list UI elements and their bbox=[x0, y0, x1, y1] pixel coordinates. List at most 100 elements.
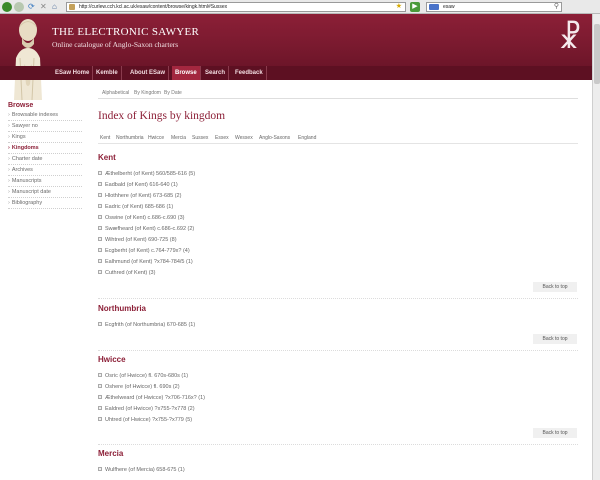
list-item[interactable]: Wulfhere (of Mercia) 658-675 (1) bbox=[98, 465, 398, 476]
site-favicon-icon bbox=[69, 4, 75, 10]
chevron-right-icon: › bbox=[8, 167, 10, 173]
nav-kemble[interactable]: Kemble bbox=[93, 66, 122, 80]
bullet-icon bbox=[98, 226, 102, 230]
search-text: esaw bbox=[443, 4, 455, 10]
site-banner: THE ELECTRONIC SAWYER Online catalogue o… bbox=[0, 14, 592, 66]
kingdom-link-sussex[interactable]: Sussex bbox=[192, 134, 208, 142]
main-navbar: ESaw Home Kemble About ESaw Browse Searc… bbox=[0, 66, 592, 80]
nav-feedback[interactable]: Feedback bbox=[232, 66, 267, 80]
scrollbar-thumb[interactable] bbox=[594, 24, 600, 84]
chevron-right-icon: › bbox=[8, 112, 10, 118]
list-item[interactable]: Eadbald (of Kent) 616-640 (1) bbox=[98, 180, 398, 191]
list-item[interactable]: Æthelweard (of Hwicce) ?x706-716x? (1) bbox=[98, 393, 398, 404]
nav-search[interactable]: Search bbox=[202, 66, 230, 80]
reload-icon[interactable]: ⟳ bbox=[28, 3, 36, 11]
chi-rho-logo-icon: ☧ bbox=[558, 22, 582, 55]
sidebar-item-charter-date[interactable]: › Charter date bbox=[8, 154, 82, 165]
king-list-hwicce: Osric (of Hwicce) fl. 670s-680s (1) Oshe… bbox=[98, 371, 398, 426]
bullet-icon bbox=[98, 182, 102, 186]
king-list-kent: Æthelberht (of Kent) 560/585-616 (5) Ead… bbox=[98, 169, 398, 279]
back-arrow-icon[interactable] bbox=[2, 2, 12, 12]
kingdom-link-anglo-saxons[interactable]: Anglo-Saxons bbox=[259, 134, 290, 142]
statue-bust-image bbox=[8, 14, 48, 100]
search-icon[interactable]: ⚲ bbox=[554, 3, 559, 11]
nav-esaw-home[interactable]: ESaw Home bbox=[52, 66, 94, 80]
section-divider bbox=[98, 350, 578, 351]
back-to-top-button[interactable]: Back to top bbox=[533, 428, 577, 438]
list-item[interactable]: Oshere (of Hwicce) fl. 690s (2) bbox=[98, 382, 398, 393]
chevron-right-icon: › bbox=[8, 156, 10, 162]
bullet-icon bbox=[98, 193, 102, 197]
list-item[interactable]: Ecgberht (of Kent) c.764-779x? (4) bbox=[98, 246, 398, 257]
address-bar[interactable]: http://curlew.cch.kcl.ac.uk/esaw/content… bbox=[66, 2, 406, 12]
bullet-icon bbox=[98, 171, 102, 175]
sidebar-item-browsable-indexes[interactable]: › Browsable indexes bbox=[8, 110, 82, 121]
list-item[interactable]: Uhtred (of Hwicce) ?x755-?x779 (5) bbox=[98, 415, 398, 426]
sidebar-item-kingdoms[interactable]: › Kingdoms bbox=[8, 143, 82, 154]
section-heading-mercia: Mercia bbox=[98, 449, 124, 458]
sidebar-menu: › Browsable indexes › Sawyer no › Kings › Ki… bbox=[8, 110, 82, 209]
search-box[interactable]: esaw ⚲ bbox=[426, 2, 562, 12]
sidebar-item-sawyer-no[interactable]: › Sawyer no bbox=[8, 121, 82, 132]
sidebar-item-manuscript-date[interactable]: › Manuscript date bbox=[8, 187, 82, 198]
bullet-icon bbox=[98, 215, 102, 219]
list-item[interactable]: Hlothhere (of Kent) 673-685 (2) bbox=[98, 191, 398, 202]
list-item[interactable]: Ealhmund (of Kent) ?x784-784/5 (1) bbox=[98, 257, 398, 268]
list-item[interactable]: Wihtred (of Kent) 690-725 (8) bbox=[98, 235, 398, 246]
kingdom-link-northumbria[interactable]: Northumbria bbox=[116, 134, 144, 142]
home-icon[interactable]: ⌂ bbox=[52, 3, 60, 11]
sidebar-item-manuscripts[interactable]: › Manuscripts bbox=[8, 176, 82, 187]
bullet-icon bbox=[98, 322, 102, 326]
bullet-icon bbox=[98, 406, 102, 410]
browse-subtabs: Alphabetical By Kingdom By Date bbox=[98, 89, 578, 99]
list-item[interactable]: Æthelberht (of Kent) 560/585-616 (5) bbox=[98, 169, 398, 180]
back-to-top-button[interactable]: Back to top bbox=[533, 282, 577, 292]
forward-arrow-icon[interactable] bbox=[14, 2, 24, 12]
sidebar-item-archives[interactable]: › Archives bbox=[8, 165, 82, 176]
king-list-northumbria: Ecgfrith (of Northumbria) 670-685 (1) bbox=[98, 320, 398, 331]
stop-icon[interactable]: ✕ bbox=[40, 3, 48, 11]
go-arrow-icon[interactable]: ▶ bbox=[410, 2, 420, 12]
section-heading-northumbria: Northumbria bbox=[98, 304, 146, 313]
kingdom-link-wessex[interactable]: Wessex bbox=[235, 134, 253, 142]
page-title: Index of Kings by kingdom bbox=[98, 110, 226, 122]
list-item[interactable]: Oswine (of Kent) c.686-c.690 (3) bbox=[98, 213, 398, 224]
bullet-icon bbox=[98, 259, 102, 263]
bullet-icon bbox=[98, 204, 102, 208]
search-engine-icon[interactable] bbox=[429, 4, 439, 10]
page-scrollbar[interactable] bbox=[592, 14, 600, 480]
bullet-icon bbox=[98, 248, 102, 252]
chevron-right-icon: › bbox=[8, 134, 10, 140]
kingdom-link-kent[interactable]: Kent bbox=[100, 134, 110, 142]
sidebar-item-bibliography[interactable]: › Bibliography bbox=[8, 198, 82, 209]
list-item[interactable]: Cuthred (of Kent) (3) bbox=[98, 268, 398, 279]
nav-browse[interactable]: Browse bbox=[172, 66, 201, 80]
kingdom-link-hwicce[interactable]: Hwicce bbox=[148, 134, 164, 142]
list-item[interactable]: Eadric (of Kent) 685-686 (1) bbox=[98, 202, 398, 213]
kingdom-link-essex[interactable]: Essex bbox=[215, 134, 229, 142]
list-item[interactable]: Osric (of Hwicce) fl. 670s-680s (1) bbox=[98, 371, 398, 382]
kingdom-link-england[interactable]: England bbox=[298, 134, 316, 142]
list-item[interactable]: Swæfheard (of Kent) c.686-c.692 (2) bbox=[98, 224, 398, 235]
site-subtitle: Online catalogue of Anglo-Saxon charters bbox=[52, 40, 179, 49]
browser-toolbar: ⟳ ✕ ⌂ http://curlew.cch.kcl.ac.uk/esaw/c… bbox=[0, 0, 600, 14]
nav-about-esaw[interactable]: About ESaw bbox=[127, 66, 170, 80]
site-title: THE ELECTRONIC SAWYER bbox=[52, 26, 200, 38]
section-heading-hwicce: Hwicce bbox=[98, 355, 126, 364]
back-to-top-button[interactable]: Back to top bbox=[533, 334, 577, 344]
sidebar-item-kings[interactable]: › Kings bbox=[8, 132, 82, 143]
subtab-by-date[interactable]: By Date bbox=[164, 89, 182, 97]
bullet-icon bbox=[98, 467, 102, 471]
king-list-mercia: Wulfhere (of Mercia) 658-675 (1) bbox=[98, 465, 398, 476]
kingdom-link-mercia[interactable]: Mercia bbox=[171, 134, 186, 142]
section-divider bbox=[98, 444, 578, 445]
subtab-by-kingdom[interactable]: By Kingdom bbox=[134, 89, 161, 97]
chevron-right-icon: › bbox=[8, 178, 10, 184]
subtab-alphabetical[interactable]: Alphabetical bbox=[102, 89, 129, 97]
bookmark-star-icon[interactable]: ★ bbox=[396, 3, 402, 11]
list-item[interactable]: Ecgfrith (of Northumbria) 670-685 (1) bbox=[98, 320, 398, 331]
bullet-icon bbox=[98, 237, 102, 241]
chevron-right-icon: › bbox=[8, 200, 10, 206]
bullet-icon bbox=[98, 384, 102, 388]
list-item[interactable]: Ealdred (of Hwicce) ?x755-?x778 (2) bbox=[98, 404, 398, 415]
